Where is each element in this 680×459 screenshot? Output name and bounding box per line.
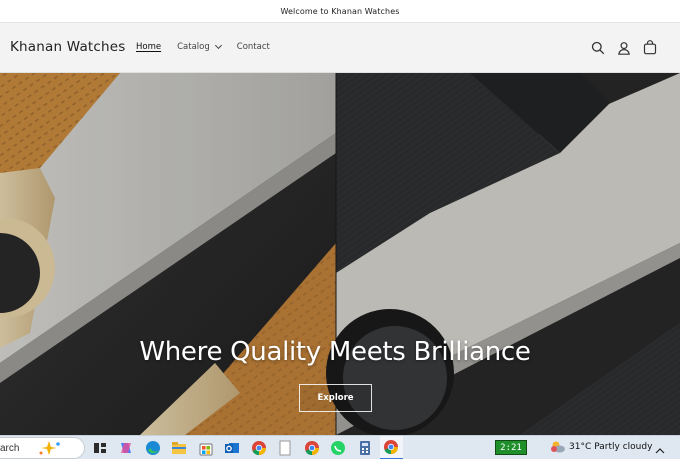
file-explorer-icon[interactable] [168, 436, 191, 459]
chrome-icon[interactable] [247, 436, 270, 459]
announcement-text: Welcome to Khanan Watches [280, 6, 400, 16]
copilot-icon[interactable] [115, 436, 138, 459]
nav-home[interactable]: Home [136, 42, 161, 52]
nav-contact[interactable]: Contact [237, 42, 270, 52]
nav-catalog[interactable]: Catalog [177, 41, 222, 52]
taskbar-search[interactable]: arch [0, 437, 85, 459]
chevron-down-icon [214, 41, 222, 50]
tray-chevron-up-icon[interactable] [655, 442, 665, 459]
nav-contact-label: Contact [236, 42, 270, 52]
store-logo[interactable]: Khanan Watches [10, 39, 126, 55]
header-icons [591, 40, 657, 55]
explore-button[interactable]: Explore [299, 384, 372, 412]
hero-banner: Where Quality Meets Brilliance Explore [0, 73, 680, 435]
notepad-icon[interactable] [274, 436, 297, 459]
weather-condition: Partly cloudy [594, 442, 653, 452]
sparkle-icon [39, 441, 61, 455]
chrome-active-icon[interactable] [379, 436, 403, 459]
main-nav: Home Catalog Contact [136, 41, 286, 52]
battery-indicator[interactable]: 2:21 [495, 440, 527, 455]
outlook-icon[interactable] [221, 436, 244, 459]
store-icon[interactable] [194, 436, 217, 459]
weather-temp: 31°C [569, 442, 592, 452]
task-view-icon[interactable] [88, 436, 111, 459]
nav-catalog-label: Catalog [177, 42, 210, 52]
weather-widget[interactable]: 31°C Partly cloudy [550, 440, 652, 454]
cart-icon[interactable] [643, 40, 657, 55]
chrome-icon-2[interactable] [300, 436, 323, 459]
partly-cloudy-icon [551, 441, 565, 453]
account-icon[interactable] [617, 40, 631, 55]
search-icon[interactable] [591, 40, 605, 55]
hero-watch-photo [0, 73, 680, 435]
taskbar-apps [88, 436, 406, 459]
hero-title: Where Quality Meets Brilliance [139, 337, 531, 367]
nav-home-label: Home [136, 42, 162, 52]
announcement-bar: Welcome to Khanan Watches [0, 0, 680, 23]
whatsapp-icon[interactable] [327, 436, 350, 459]
edge-icon[interactable] [141, 436, 164, 459]
windows-taskbar: arch 2:21 31°C Partly cloudy [0, 435, 680, 459]
taskbar-search-text: arch [0, 442, 20, 454]
site-header: Khanan Watches Home Catalog Contact [0, 23, 680, 73]
calculator-icon[interactable] [353, 436, 376, 459]
